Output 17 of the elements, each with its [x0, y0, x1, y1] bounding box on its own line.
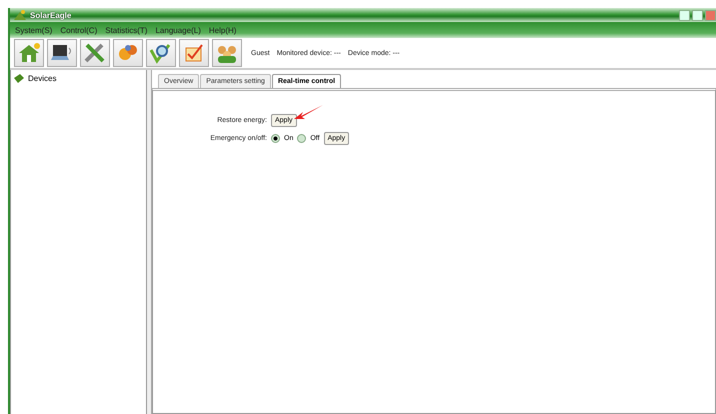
toolbar-button[interactable]	[146, 39, 176, 67]
minimize-button[interactable]	[679, 10, 690, 20]
menu-item[interactable]: Language(L)	[155, 26, 201, 34]
close-button[interactable]	[705, 10, 716, 20]
house-icon	[17, 42, 41, 64]
maximize-button[interactable]	[692, 10, 703, 20]
device-icon	[13, 73, 25, 84]
radio-button[interactable]	[271, 134, 280, 142]
menu-item[interactable]: Statistics(T)	[105, 26, 148, 34]
menu-item[interactable]: Control(C)	[60, 26, 98, 34]
tree-item[interactable]: Devices	[28, 74, 56, 83]
radio-button[interactable]	[297, 134, 306, 142]
window-title: SolarEagle	[30, 10, 72, 20]
menu-item[interactable]: System(S)	[15, 26, 52, 34]
magnifier-icon	[149, 42, 173, 64]
menu-item[interactable]: Help(H)	[208, 26, 236, 34]
toolbar-button[interactable]	[47, 39, 77, 67]
